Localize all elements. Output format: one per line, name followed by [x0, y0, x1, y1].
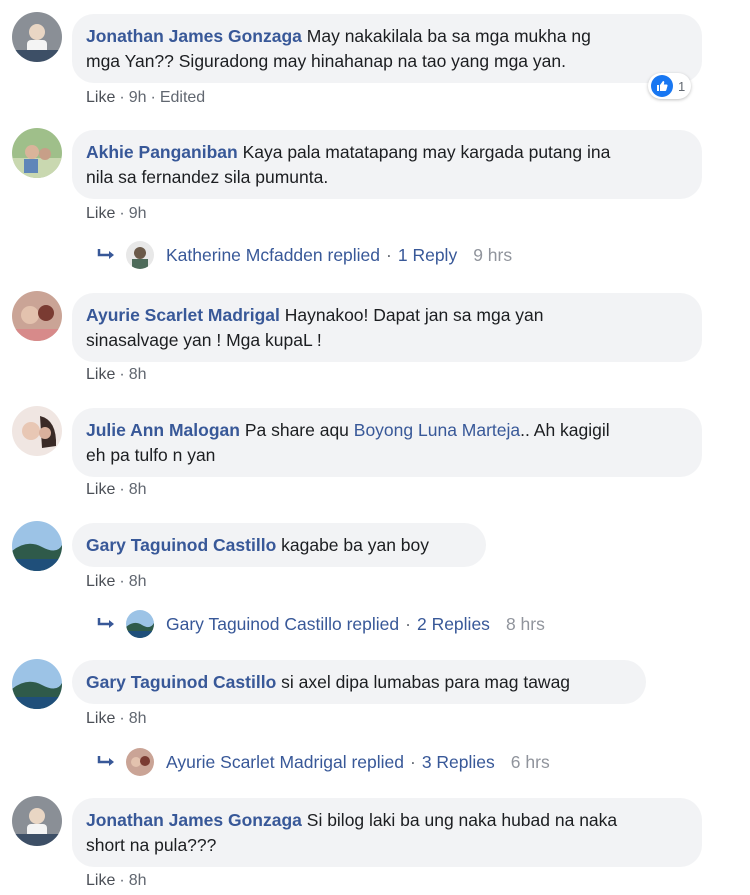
reply-author[interactable]: Gary Taguinod Castillo replied [166, 614, 399, 635]
comment-bubble: Ayurie Scarlet Madrigal Haynakoo! Dapat … [72, 293, 702, 362]
comment-meta: Like · 9h · Edited [86, 89, 206, 106]
reply-author[interactable]: Ayurie Scarlet Madrigal replied [166, 752, 404, 773]
comment-text: Kaya pala matatapang may kargada putang … [237, 142, 611, 162]
like-link[interactable]: Like [86, 481, 115, 498]
comment-time[interactable]: 8h [129, 872, 147, 889]
reply-avatar [126, 610, 154, 638]
like-link[interactable]: Like [86, 205, 115, 222]
like-link[interactable]: Like [86, 710, 115, 727]
replies-link[interactable]: Ayurie Scarlet Madrigal replied · 3 Repl… [96, 747, 550, 777]
reply-arrow-icon [97, 756, 114, 766]
mention-link[interactable]: Boyong Luna Marteja [354, 420, 520, 440]
comment-author[interactable]: Julie Ann Malogan [86, 420, 240, 440]
reply-time: 6 hrs [510, 751, 550, 772]
avatar[interactable] [12, 406, 62, 456]
like-link[interactable]: Like [86, 89, 115, 106]
comment-author[interactable]: Akhie Panganiban [86, 142, 238, 162]
comment-time[interactable]: 8h [129, 573, 147, 590]
comment-meta: Like · 8h [86, 481, 147, 498]
comment-text: .. Ah kagigil [520, 420, 610, 440]
avatar[interactable] [12, 12, 62, 62]
comment-meta: Like · 8h [86, 573, 147, 590]
comment-meta: Like · 9h [86, 205, 147, 222]
comment-time[interactable]: 8h [129, 481, 147, 498]
comment-text: eh pa tulfo n yan [86, 445, 216, 465]
comment-text: short na pula??? [86, 835, 217, 855]
like-link[interactable]: Like [86, 366, 115, 383]
comment-author[interactable]: Ayurie Scarlet Madrigal [86, 305, 280, 325]
comment-text: kagabe ba yan boy [276, 535, 430, 555]
comment-text: nila sa fernandez sila pumunta. [86, 167, 329, 187]
reply-count[interactable]: 1 Reply [398, 245, 457, 266]
comment-text: May nakakilala ba sa mga mukha ng [301, 26, 591, 46]
comment-time[interactable]: 8h [129, 366, 147, 383]
reply-time: 9 hrs [473, 244, 513, 265]
reply-arrow-icon [97, 618, 114, 628]
reply-arrow-icon [97, 249, 114, 259]
reply-count[interactable]: 2 Replies [417, 614, 490, 635]
like-reaction-icon [651, 75, 673, 97]
comment-meta: Like · 8h [86, 366, 147, 383]
avatar[interactable] [12, 796, 62, 846]
comment-meta: Like · 8h [86, 872, 147, 889]
comment-time[interactable]: 9h [129, 205, 147, 222]
comment-text: Pa share aqu [239, 420, 354, 440]
comment-author[interactable]: Jonathan James Gonzaga [86, 26, 302, 46]
comment-author[interactable]: Jonathan James Gonzaga [86, 810, 302, 830]
comment-text: si axel dipa lumabas para mag tawag [276, 672, 571, 692]
comment-text: sinasalvage yan ! Mga kupaL ! [86, 330, 322, 350]
like-link[interactable]: Like [86, 573, 115, 590]
comment-bubble: Julie Ann Malogan Pa share aqu Boyong Lu… [72, 408, 702, 477]
comment-meta: Like · 8h [86, 710, 147, 727]
comment-bubble: Gary Taguinod Castillo kagabe ba yan boy [72, 523, 486, 567]
replies-link[interactable]: Gary Taguinod Castillo replied · 2 Repli… [96, 609, 545, 639]
comment-bubble: Akhie Panganiban Kaya pala matatapang ma… [72, 130, 702, 199]
reply-author[interactable]: Katherine Mcfadden replied [166, 245, 380, 266]
comment-text: mga Yan?? Siguradong may hinahanap na ta… [86, 51, 566, 71]
avatar[interactable] [12, 521, 62, 571]
reply-count[interactable]: 3 Replies [422, 752, 495, 773]
edited-label[interactable]: Edited [160, 89, 205, 106]
comment-author[interactable]: Gary Taguinod Castillo [86, 672, 276, 692]
avatar[interactable] [12, 128, 62, 178]
comment-bubble: Jonathan James Gonzaga Si bilog laki ba … [72, 798, 702, 867]
avatar[interactable] [12, 291, 62, 341]
reply-time: 8 hrs [505, 613, 545, 634]
comment-time[interactable]: 8h [129, 710, 147, 727]
reply-avatar [126, 241, 154, 269]
replies-link[interactable]: Katherine Mcfadden replied · 1 Reply 9 h… [96, 240, 512, 270]
comment-text: Haynakoo! Dapat jan sa mga yan [279, 305, 544, 325]
reaction-count[interactable]: 1 [648, 73, 692, 99]
comment-bubble: Gary Taguinod Castillo si axel dipa luma… [72, 660, 646, 704]
comment-author[interactable]: Gary Taguinod Castillo [86, 535, 276, 555]
reply-avatar [126, 748, 154, 776]
comment-bubble: Jonathan James Gonzaga May nakakilala ba… [72, 14, 702, 83]
comment-text: Si bilog laki ba ung naka hubad na naka [301, 810, 618, 830]
avatar[interactable] [12, 659, 62, 709]
comment-time[interactable]: 9h [129, 89, 147, 106]
like-link[interactable]: Like [86, 872, 115, 889]
